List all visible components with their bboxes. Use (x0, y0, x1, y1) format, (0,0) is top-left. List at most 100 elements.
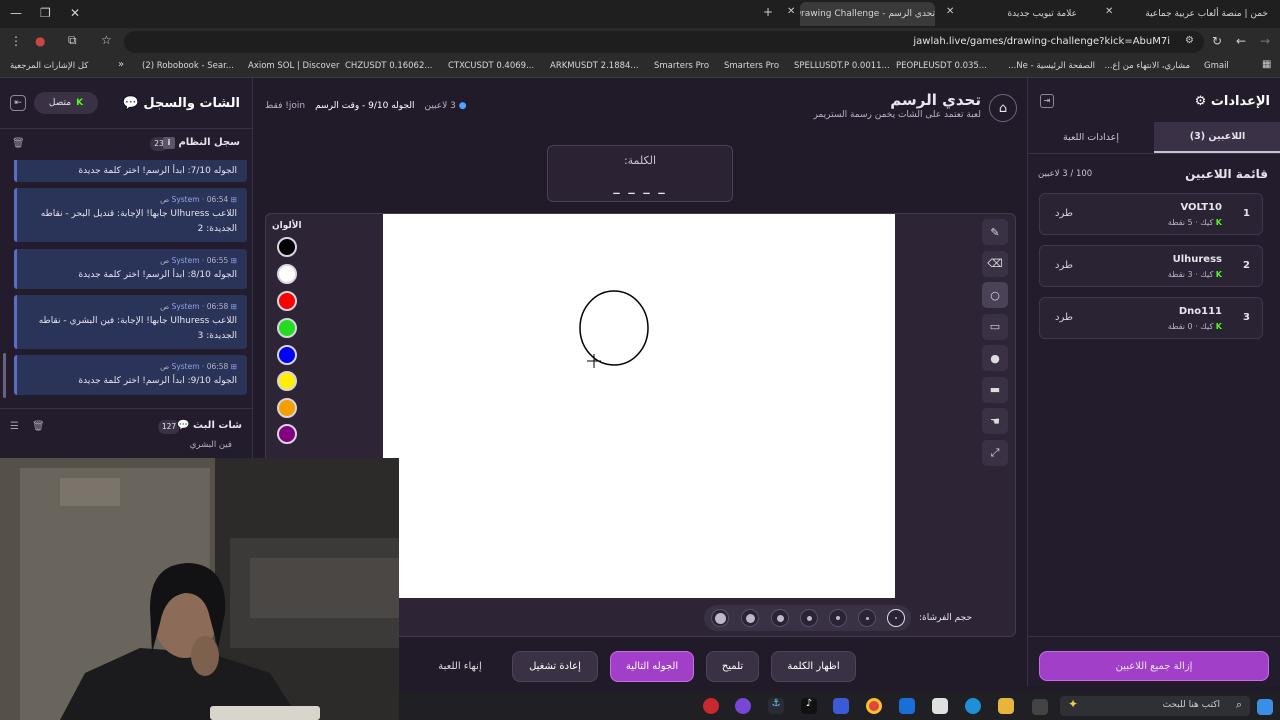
store-icon[interactable] (932, 698, 948, 714)
menu-icon[interactable]: ⋮ (10, 34, 22, 48)
site-info-icon[interactable]: ⚙ (1185, 35, 1194, 46)
apps-icon[interactable]: ▦ (1262, 59, 1271, 70)
bookmark[interactable]: Smarters Pro (724, 61, 779, 71)
colors-label: الألوان (272, 221, 302, 231)
bookmark[interactable]: SPELLUSDT.P 0.0011... (794, 61, 890, 71)
brush-size-label: حجم الفرشاة: (919, 613, 973, 623)
player-rank: 3 (1243, 312, 1250, 323)
collapse-panel-icon[interactable]: ⇤ (10, 95, 26, 111)
end-game-button[interactable]: إنهاء اللعبة (420, 651, 500, 682)
log-message: ⊞ System · 06:58 ص الجوله 9/10: ابدأ الر… (14, 355, 247, 395)
tab-drawing-challenge[interactable]: تحدي الرسم - Drawing Challenge (800, 2, 935, 26)
window-close-icon[interactable]: ✕ (70, 6, 80, 20)
forward-icon[interactable]: → (1260, 34, 1270, 48)
tab-new-tab[interactable]: علامة تبويب جديدة (957, 4, 1077, 24)
close-tab-icon[interactable]: ✕ (787, 6, 795, 17)
app-icon[interactable] (735, 698, 751, 714)
back-icon[interactable]: ← (1236, 34, 1246, 48)
color-swatch[interactable] (277, 291, 297, 311)
copilot-icon: ✦ (1068, 697, 1079, 711)
windows-start-icon[interactable] (1257, 699, 1273, 715)
close-tab-icon[interactable]: ✕ (1105, 6, 1113, 17)
collapse-panel-icon[interactable]: ⇥ (1040, 94, 1054, 108)
round-status: ● 3 لاعبين الجوله 9/10 - وقت الرسم join!… (265, 101, 467, 111)
tiktok-icon[interactable]: ♪ (801, 698, 817, 714)
brush-size-1[interactable] (887, 609, 905, 627)
bookmark[interactable]: CHZUSDT 0.16062... (345, 61, 432, 71)
tab-game-settings[interactable]: إعدادات اللعبة (1028, 122, 1154, 153)
restart-button[interactable]: إعادة تشغيل (512, 651, 598, 682)
tab-players[interactable]: اللاعبين (3) (1154, 122, 1280, 153)
color-swatch[interactable] (277, 398, 297, 418)
eraser-tool-button[interactable]: ⌫ (982, 250, 1008, 277)
taskbar-search[interactable]: اكتب هنا للبحث ⌕ ✦ (1060, 696, 1250, 716)
show-word-button[interactable]: اظهار الكلمة (771, 651, 856, 682)
brush-size-5[interactable] (771, 609, 789, 627)
color-swatch[interactable] (277, 424, 297, 444)
kick-player-button[interactable]: طرد (1055, 312, 1073, 323)
clear-chat-icon[interactable]: 🗑 (32, 421, 45, 432)
window-restore-icon[interactable]: ❐ (40, 6, 51, 20)
chrome-icon[interactable] (866, 698, 882, 714)
color-swatch[interactable] (277, 345, 297, 365)
rectangle-tool-button[interactable]: ▭ (982, 313, 1008, 340)
crosshair-cursor-icon (587, 354, 601, 368)
game-title: تحدي الرسم (890, 91, 981, 109)
tab-khamin[interactable]: خمن | منصة ألعاب عربية جماعية (1118, 4, 1268, 24)
filled-circle-tool-button[interactable]: ● (982, 345, 1008, 371)
brush-size-7[interactable] (711, 609, 729, 627)
fill-bucket-icon: ☚ (990, 414, 1000, 428)
address-bar[interactable]: jawlah.live/games/drawing-challenge?kick… (124, 31, 1204, 53)
reload-icon[interactable]: ↻ (1212, 34, 1222, 48)
file-explorer-icon[interactable] (998, 698, 1014, 714)
scrollbar[interactable] (3, 353, 6, 398)
extensions-icon[interactable]: ⧉ (68, 33, 77, 48)
filled-rect-tool-button[interactable]: ▬ (982, 376, 1008, 403)
app-icon[interactable] (833, 698, 849, 714)
bookmark[interactable]: Smarters Pro (654, 61, 709, 71)
kick-player-button[interactable]: طرد (1055, 260, 1073, 271)
bookmark[interactable]: Axiom SOL | Discover (248, 61, 339, 71)
pen-tool-button[interactable]: ✎ (982, 219, 1008, 245)
bookmark[interactable]: ARKMUSDT 2.1884... (550, 61, 639, 71)
bookmark-gmail[interactable]: Gmail (1204, 61, 1229, 71)
outlook-icon[interactable] (899, 698, 915, 714)
close-tab-icon[interactable]: ✕ (946, 6, 954, 17)
color-swatch[interactable] (277, 264, 297, 284)
window-minimize-icon[interactable]: — (10, 6, 22, 20)
color-swatch[interactable] (277, 371, 297, 391)
bookmark[interactable]: CTXCUSDT 0.4069... (448, 61, 534, 71)
extension-icon[interactable]: ● (35, 34, 45, 48)
brush-size-4[interactable] (800, 609, 818, 627)
bookmark[interactable]: PEOPLEUSDT 0.035... (896, 61, 987, 71)
bookmark-star-icon[interactable]: ☆ (101, 33, 112, 47)
task-view-icon[interactable] (1032, 699, 1048, 715)
clear-log-icon[interactable]: 🗑 (12, 138, 25, 149)
app-icon[interactable] (703, 698, 719, 714)
game-subtitle: لعبة تعتمد على الشات يخمن رسمة الستريمر (813, 110, 981, 120)
home-button[interactable]: ⌂ (989, 94, 1017, 122)
bookmarks-bar: ▦ Gmail مشاري، الانتهاء من إع... الصفحة … (0, 56, 1280, 78)
circle-tool-button[interactable]: ○ (982, 282, 1008, 308)
bookmark[interactable]: (2) Robobook - Sear... (142, 61, 234, 71)
hint-button[interactable]: تلميح (706, 651, 759, 682)
edge-icon[interactable] (965, 698, 981, 714)
next-round-button[interactable]: الجوله التالية (610, 651, 694, 682)
bookmark[interactable]: الصفحة الرئيسية - Ne... (1000, 61, 1095, 71)
remove-all-players-button[interactable]: إزالة جميع اللاعبين (1039, 651, 1269, 681)
color-swatch[interactable] (277, 237, 297, 257)
all-bookmarks[interactable]: كل الإشارات المرجعية (10, 61, 88, 71)
kick-player-button[interactable]: طرد (1055, 208, 1073, 219)
brush-size-2[interactable] (858, 609, 876, 627)
color-swatch[interactable] (277, 318, 297, 338)
new-tab-icon[interactable]: + (763, 5, 773, 19)
bookmark[interactable]: مشاري، الانتهاء من إع... (1100, 61, 1190, 71)
anchor-app-icon[interactable]: ⚓ (768, 698, 784, 714)
line-tool-button[interactable]: ⤢ (982, 439, 1008, 466)
more-bookmarks-icon[interactable]: » (118, 59, 124, 70)
brush-size-6[interactable] (741, 609, 759, 627)
align-icon[interactable]: ☰ (10, 421, 19, 432)
brush-size-3[interactable] (829, 609, 847, 627)
drawing-canvas[interactable] (383, 214, 895, 598)
fill-bucket-tool-button[interactable]: ☚ (982, 408, 1008, 434)
